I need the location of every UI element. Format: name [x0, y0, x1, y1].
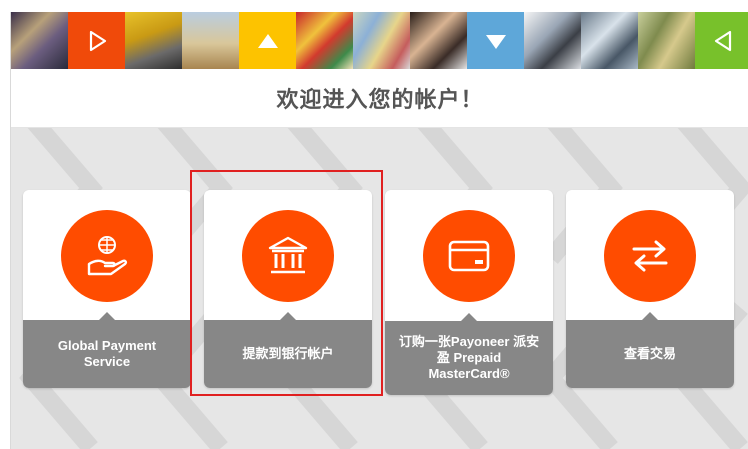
banner-photo [182, 12, 239, 69]
transfer-arrows-icon [632, 240, 668, 272]
banner-photo [296, 12, 353, 69]
banner-photo [125, 12, 182, 69]
triangle-down-icon [467, 12, 524, 69]
page-title: 欢迎进入您的帐户！ [276, 87, 484, 112]
hand-globe-icon [87, 236, 128, 276]
play-left-outline-icon [695, 12, 748, 69]
card-label: 订购一张Payoneer 派安盈 Prepaid MasterCard® [398, 334, 540, 381]
card-label-area: 查看交易 [566, 312, 734, 388]
prepaid-card-circle [423, 210, 515, 302]
banner [11, 12, 748, 69]
triangle-up-icon [239, 12, 296, 69]
banner-photo [410, 12, 467, 69]
global-payment-circle [61, 210, 153, 302]
card-label: Global Payment Service [57, 338, 157, 369]
card-label: 查看交易 [623, 346, 676, 361]
bank-icon [268, 236, 308, 274]
card-label: 提款到银行帐户 [242, 346, 334, 361]
withdraw-card[interactable]: 提款到银行帐户 [204, 190, 372, 388]
banner-photo [353, 12, 410, 69]
banner-photo [524, 12, 581, 69]
banner-photo [638, 12, 695, 69]
prepaid-card-card[interactable]: 订购一张Payoneer 派安盈 Prepaid MasterCard® [385, 190, 553, 395]
withdraw-circle [242, 210, 334, 302]
banner-photo [581, 12, 638, 69]
card-label-area: Global Payment Service [23, 312, 191, 388]
transactions-card[interactable]: 查看交易 [566, 190, 734, 388]
title-strip: 欢迎进入您的帐户！ [11, 69, 748, 128]
credit-card-icon [448, 240, 490, 272]
card-label-area: 提款到银行帐户 [204, 312, 372, 388]
transactions-circle [604, 210, 696, 302]
global-payment-card[interactable]: Global Payment Service [23, 190, 191, 388]
card-label-area: 订购一张Payoneer 派安盈 Prepaid MasterCard® [385, 313, 553, 395]
banner-photo [11, 12, 68, 69]
play-right-outline-icon [68, 12, 125, 69]
